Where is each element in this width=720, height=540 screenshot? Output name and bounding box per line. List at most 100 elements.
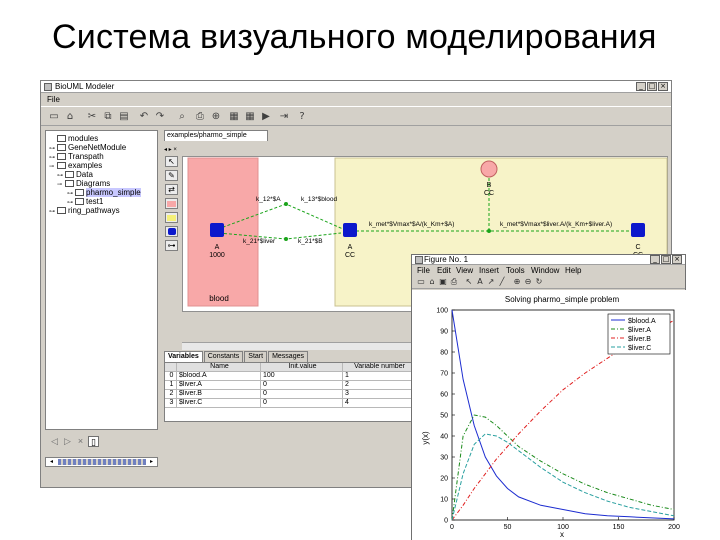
new-icon[interactable]: ▭ (47, 110, 61, 123)
minimize-button[interactable]: _ (636, 82, 646, 91)
scroll-thumb[interactable] (58, 459, 146, 465)
tree-item[interactable]: ⊶ Data (57, 170, 93, 179)
figure-titlebar[interactable]: Figure No. 1 _ □ × (412, 255, 685, 265)
scroll-right-icon[interactable]: ▸ (147, 458, 156, 466)
maximize-button[interactable]: □ (647, 82, 657, 91)
table-row[interactable]: 2 $liver.B 0 3 (165, 390, 415, 399)
column-header[interactable]: Init.value (261, 363, 343, 372)
expand-toggle-icon[interactable]: ⊶ (49, 208, 57, 217)
repository-tree: modules ⊶ GeneNetModule ⊶ Transpath ⊸ examp… (45, 130, 158, 430)
reaction-label: k_21*$liver (243, 238, 276, 245)
collapse-toggle-icon[interactable]: ⊸ (49, 163, 57, 172)
tree-item[interactable]: modules (49, 134, 98, 143)
simulate-icon[interactable]: ⇥ (277, 110, 291, 123)
y-tick-label: 20 (440, 476, 448, 483)
run-icon[interactable]: ▶ (259, 110, 273, 123)
close-icon[interactable]: × (75, 436, 86, 447)
legend-label: $liver.C (628, 345, 651, 352)
figure-window: Figure No. 1 _ □ × File Edit View Insert… (411, 254, 687, 540)
back-icon[interactable]: ◁ (49, 436, 60, 447)
menu-view[interactable]: View (456, 266, 473, 275)
edit-pencil-icon[interactable]: ✎ (165, 170, 178, 181)
species-blue-icon[interactable] (165, 226, 178, 237)
link-icon[interactable]: ⊶ (165, 240, 178, 251)
select-arrow-icon[interactable]: ↖ (165, 156, 178, 167)
rotate-icon[interactable]: ↻ (534, 277, 544, 286)
line-chart[interactable]: Solving pharmo_simple problem 0 10 20 30 40 5… (412, 290, 687, 540)
grid-icon[interactable]: ▦ (243, 110, 257, 123)
zoom-in-icon[interactable]: ⊕ (209, 110, 223, 123)
variables-table: Name Init.value Variable number 0 $blood… (164, 362, 415, 422)
redo-icon[interactable]: ↷ (153, 110, 167, 123)
pointer-icon[interactable]: ↖ (464, 277, 474, 286)
figure-window-title: Figure No. 1 (424, 255, 469, 264)
menu-tools[interactable]: Tools (506, 266, 525, 275)
document-icon[interactable]: ▯ (88, 436, 99, 447)
tab-variables[interactable]: Variables (164, 351, 203, 362)
text-icon[interactable]: A (475, 277, 485, 286)
paste-icon[interactable]: ▤ (117, 110, 131, 123)
tree-item-selected[interactable]: ⊶ pharmo_simple (67, 188, 141, 197)
forward-icon[interactable]: ▷ (62, 436, 73, 447)
palette-header: ◂ ▸ × (164, 147, 177, 153)
tree-item[interactable]: ⊶ GeneNetModule (49, 143, 126, 152)
column-header[interactable]: Variable number (343, 363, 415, 372)
line-icon[interactable]: ╱ (497, 277, 507, 286)
arrow-icon[interactable]: ↗ (486, 277, 496, 286)
close-button[interactable]: × (672, 255, 682, 264)
bottom-tabs: Variables Constants Start Messages (164, 351, 308, 362)
copy-icon[interactable]: ⧉ (101, 110, 115, 123)
tree-item[interactable]: ⊸ Diagrams (57, 179, 110, 188)
table-row[interactable]: 3 $liver.C 0 4 (165, 399, 415, 408)
tree-item[interactable]: ⊸ examples (49, 161, 102, 170)
zoom-out-icon[interactable]: ⊖ (523, 277, 533, 286)
menu-help[interactable]: Help (565, 266, 581, 275)
help-icon[interactable]: ? (295, 110, 309, 123)
tree-item[interactable]: ⊶ test1 (67, 197, 103, 206)
diagram-tab[interactable]: examples/pharmo_simple (164, 130, 268, 141)
cut-icon[interactable]: ✂ (85, 110, 99, 123)
new-figure-icon[interactable]: ▭ (416, 277, 426, 286)
tab-messages[interactable]: Messages (268, 351, 308, 362)
table-row[interactable]: 0 $blood.A 100 1 (165, 372, 415, 381)
tree-item[interactable]: ⊶ ring_pathways (49, 206, 120, 215)
menu-insert[interactable]: Insert (479, 266, 499, 275)
folder-icon (57, 207, 66, 215)
tree-scrollbar[interactable]: ◂ ▸ (45, 457, 158, 467)
menu-edit[interactable]: Edit (437, 266, 451, 275)
tab-start[interactable]: Start (244, 351, 268, 362)
folder-icon (57, 144, 66, 152)
blood-compartment-label: blood (209, 294, 229, 303)
find-icon[interactable]: ⌕ (175, 110, 189, 123)
y-tick-label: 70 (440, 371, 448, 378)
main-titlebar[interactable]: BioUML Modeler _ □ × (41, 81, 671, 93)
app-icon (44, 83, 52, 91)
table-row[interactable]: 1 $liver.A 0 2 (165, 381, 415, 390)
menu-window[interactable]: Window (531, 266, 559, 275)
undo-icon[interactable]: ↶ (137, 110, 151, 123)
collapse-toggle-icon[interactable]: ⊸ (57, 181, 65, 190)
menu-file[interactable]: File (417, 266, 430, 275)
open-icon[interactable]: ⌂ (427, 277, 437, 286)
tree-item[interactable]: ⊶ Transpath (49, 152, 104, 161)
open-icon[interactable]: ⌂ (63, 110, 77, 123)
folder-icon (65, 180, 74, 188)
legend-label: $liver.B (628, 336, 651, 343)
menu-file[interactable]: File (47, 95, 60, 104)
layout-icon[interactable]: ▦ (227, 110, 241, 123)
scroll-left-icon[interactable]: ◂ (47, 458, 56, 466)
column-header[interactable]: Name (177, 363, 261, 372)
save-icon[interactable]: ▣ (438, 277, 448, 286)
print-icon[interactable]: ⎙ (193, 110, 207, 123)
chart-title: Solving pharmo_simple problem (505, 295, 620, 304)
compartment-pink-icon[interactable] (165, 198, 178, 209)
tab-constants[interactable]: Constants (203, 351, 244, 362)
close-button[interactable]: × (658, 82, 668, 91)
folder-icon (57, 135, 66, 143)
compartment-yellow-icon[interactable] (165, 212, 178, 223)
minimize-button[interactable]: _ (650, 255, 660, 264)
maximize-button[interactable]: □ (661, 255, 671, 264)
reaction-icon[interactable]: ⇄ (165, 184, 178, 195)
zoom-in-icon[interactable]: ⊕ (512, 277, 522, 286)
print-icon[interactable]: ⎙ (449, 277, 459, 287)
